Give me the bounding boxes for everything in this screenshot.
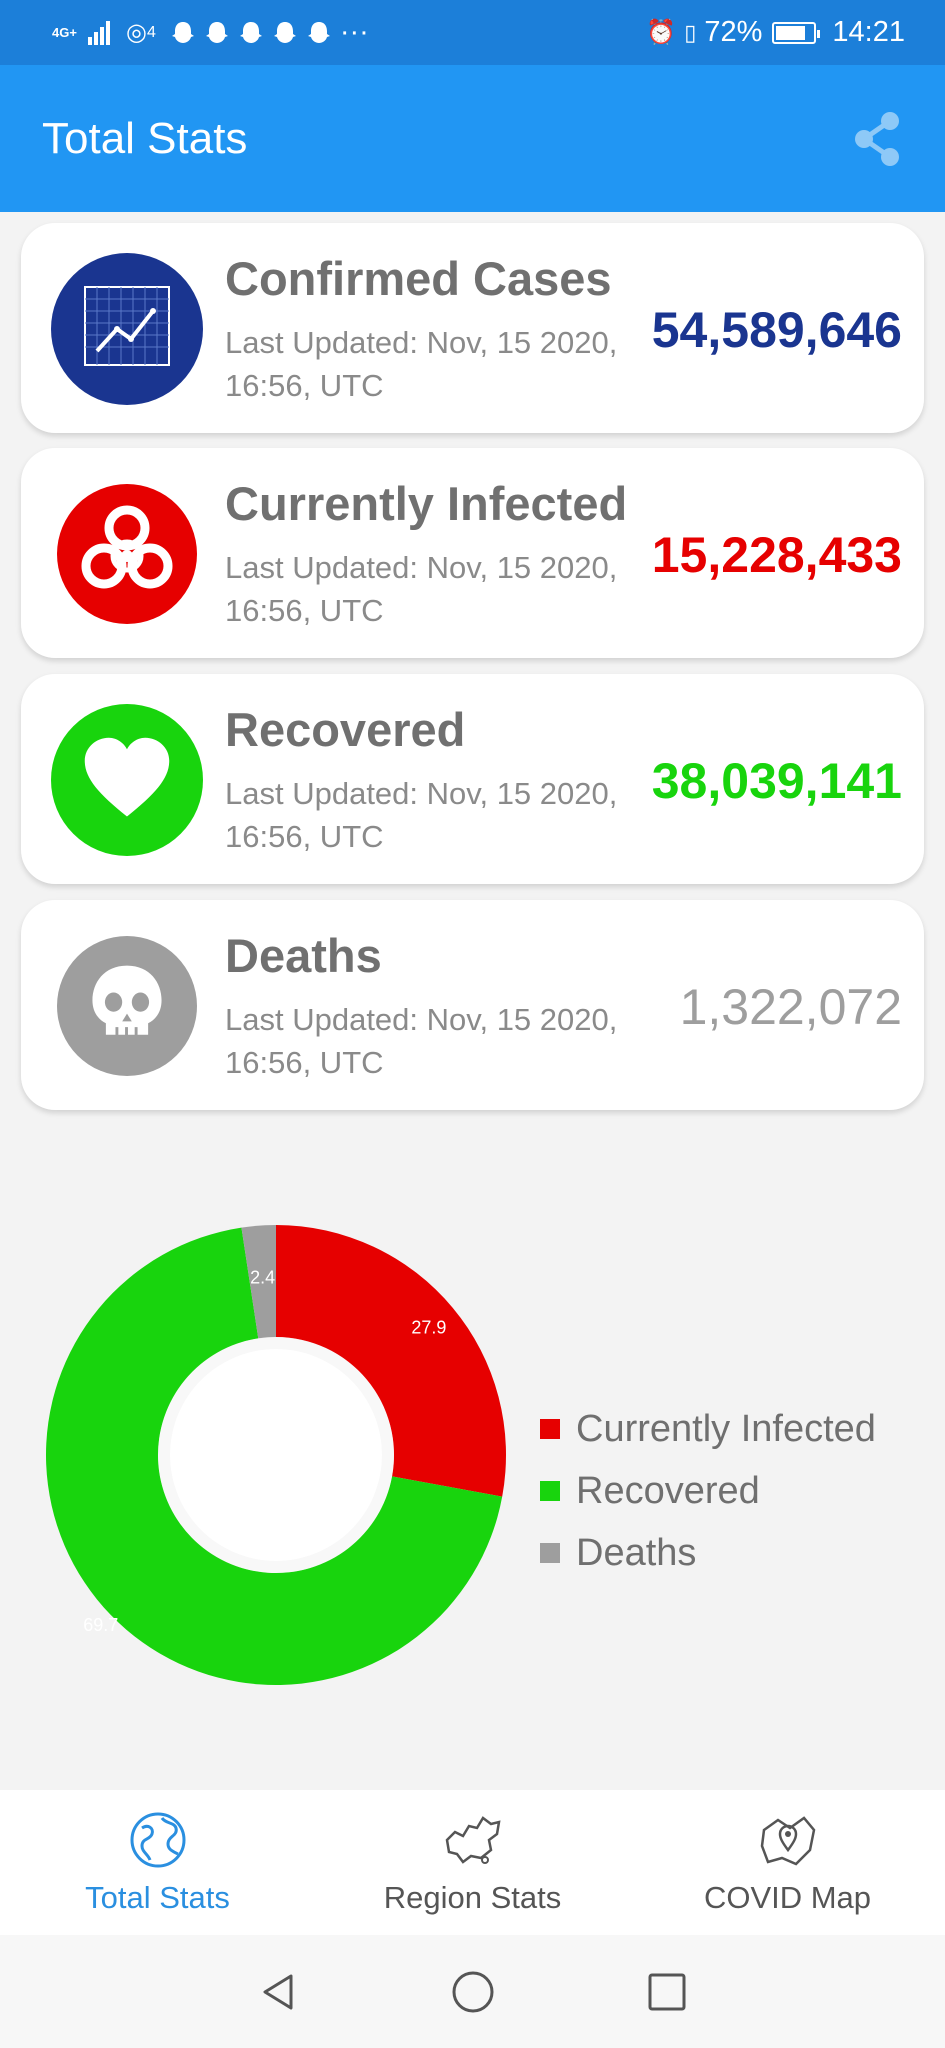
card-value: 15,228,433 xyxy=(651,527,902,583)
card-value: 38,039,141 xyxy=(651,753,902,809)
snapchat-icon xyxy=(307,21,330,43)
pie-value-label: 69.7 xyxy=(83,1615,118,1635)
snapchat-icon xyxy=(239,21,262,43)
alarm-icon: ⏰ xyxy=(646,18,677,46)
system-navigation-bar xyxy=(0,1935,945,2048)
pie-value-label: 2.4 xyxy=(250,1268,275,1288)
share-button[interactable] xyxy=(847,109,907,169)
page-title: Total Stats xyxy=(42,113,248,163)
card-updated: Last Updated: Nov, 15 2020, 16:56, UTC xyxy=(225,776,618,854)
hotspot-icon: ◎ xyxy=(126,18,147,46)
signal-icon xyxy=(88,20,110,45)
share-icon xyxy=(855,111,899,166)
snapchat-icon xyxy=(273,21,296,43)
donut-hole xyxy=(170,1349,382,1561)
stat-card-deaths[interactable]: Deaths Last Updated: Nov, 15 2020, 16:56… xyxy=(21,900,924,1110)
stat-card-recovered[interactable]: Recovered Last Updated: Nov, 15 2020, 16… xyxy=(21,674,924,884)
app-bar: Total Stats xyxy=(0,65,945,212)
tab-total-stats[interactable]: Total Stats xyxy=(0,1790,315,1935)
card-value: 54,589,646 xyxy=(651,302,902,358)
card-updated: Last Updated: Nov, 15 2020, 16:56, UTC xyxy=(225,550,618,628)
hotspot-count: 4 xyxy=(146,23,156,41)
card-updated: Last Updated: Nov, 15 2020, 16:56, UTC xyxy=(225,325,618,403)
map-region-icon xyxy=(445,1815,501,1864)
tab-label: Total Stats xyxy=(85,1879,230,1915)
clock: 14:21 xyxy=(832,16,905,48)
battery-icon xyxy=(772,21,821,44)
tab-region-stats[interactable]: Region Stats xyxy=(315,1790,630,1935)
stat-card-confirmed[interactable]: Confirmed Cases Last Updated: Nov, 15 20… xyxy=(21,223,924,433)
battery-percent: 72% xyxy=(704,16,763,48)
tab-covid-map[interactable]: COVID Map xyxy=(630,1790,945,1935)
heart-icon xyxy=(51,704,203,856)
stat-card-infected[interactable]: Currently Infected Last Updated: Nov, 15… xyxy=(21,448,924,658)
status-bar: 4G+ ◎ 4 ··· ⏰ ▯ 72% 14:21 xyxy=(0,0,945,65)
card-title: Confirmed Cases xyxy=(225,252,612,305)
home-button[interactable] xyxy=(451,1970,495,2014)
chart-legend: Currently Infected Recovered Deaths xyxy=(540,1398,876,1584)
tab-label: Region Stats xyxy=(383,1879,562,1915)
legend-label: Currently Infected xyxy=(576,1407,876,1450)
card-title: Currently Infected xyxy=(225,477,628,530)
network-type: 4G+ xyxy=(52,24,77,40)
bottom-navigation: Total Stats Region Stats COVID Map xyxy=(0,1790,945,1935)
tab-label: COVID Map xyxy=(703,1879,872,1915)
card-value: 1,322,072 xyxy=(679,979,902,1035)
snapchat-icon xyxy=(171,21,194,43)
legend-label: Recovered xyxy=(576,1469,760,1512)
back-button[interactable] xyxy=(257,1970,301,2014)
pie-value-label: 27.9 xyxy=(411,1318,446,1338)
card-title: Deaths xyxy=(225,929,382,982)
recents-button[interactable] xyxy=(645,1970,689,2014)
map-pin-icon xyxy=(760,1815,815,1865)
more-notifications: ··· xyxy=(339,16,369,48)
legend-label: Deaths xyxy=(576,1531,697,1574)
vibrate-icon: ▯ xyxy=(684,19,697,45)
globe-icon xyxy=(130,1812,185,1867)
legend-item-deaths: Deaths xyxy=(540,1522,876,1584)
chart-icon xyxy=(51,253,203,405)
legend-item-infected: Currently Infected xyxy=(540,1398,876,1460)
skull-icon xyxy=(57,936,197,1076)
legend-swatch xyxy=(540,1543,560,1563)
legend-swatch xyxy=(540,1419,560,1439)
biohazard-icon xyxy=(57,484,197,624)
card-title: Recovered xyxy=(225,703,466,756)
legend-item-recovered: Recovered xyxy=(540,1460,876,1522)
card-updated: Last Updated: Nov, 15 2020, 16:56, UTC xyxy=(225,1002,618,1080)
legend-swatch xyxy=(540,1481,560,1501)
snapchat-icon xyxy=(205,21,228,43)
